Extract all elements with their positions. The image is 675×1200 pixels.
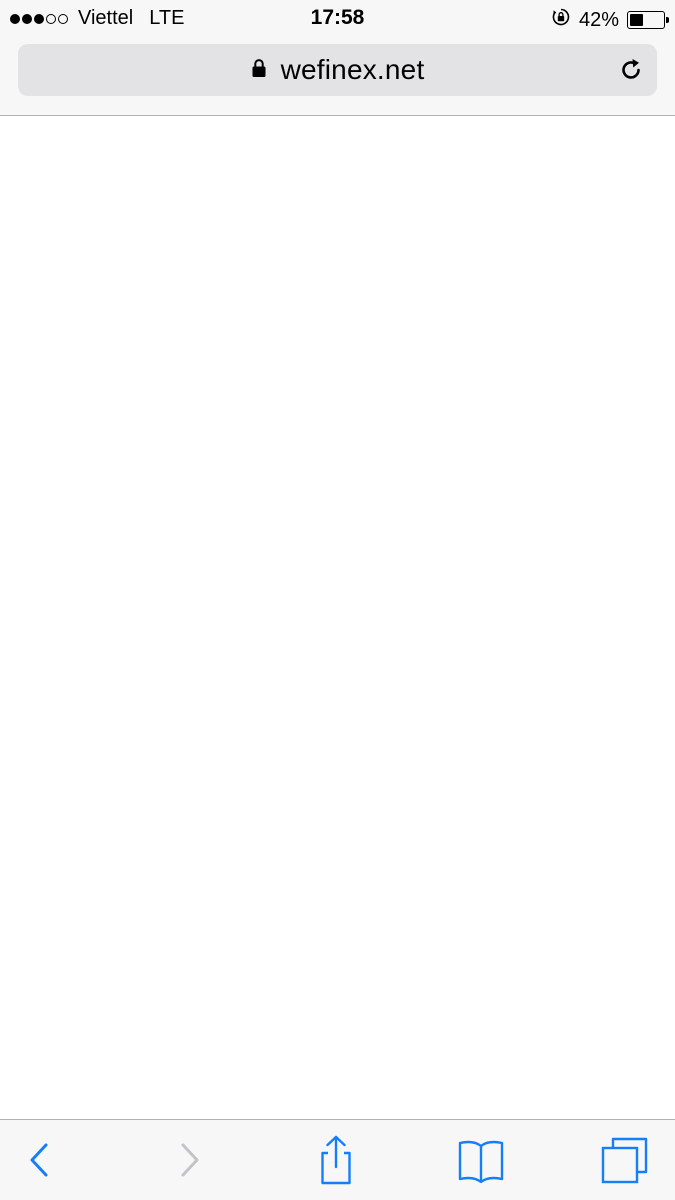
address-center: wefinex.net [18, 44, 657, 96]
forward-button[interactable] [164, 1134, 216, 1186]
battery-percent: 42% [578, 8, 619, 31]
address-bar[interactable]: wefinex.net [18, 44, 657, 96]
orientation-lock-icon [551, 7, 571, 33]
bookmarks-button[interactable] [455, 1134, 507, 1186]
status-bar: Viettel LTE 17:58 42% [0, 0, 675, 38]
bottom-toolbar [0, 1119, 675, 1200]
lock-icon [251, 58, 267, 83]
status-right: 42% [551, 7, 669, 33]
tabs-button[interactable] [598, 1134, 650, 1186]
battery-icon [627, 11, 669, 29]
back-button[interactable] [13, 1134, 65, 1186]
share-button[interactable] [310, 1134, 362, 1186]
reload-button[interactable] [615, 54, 647, 86]
share-icon [321, 1135, 351, 1185]
web-content-area[interactable] [0, 116, 675, 1120]
tabs-icon [601, 1137, 648, 1184]
url-text[interactable]: wefinex.net [281, 54, 425, 86]
chevron-left-icon [30, 1143, 48, 1177]
chevron-right-icon [181, 1143, 199, 1177]
browser-top-chrome: Viettel LTE 17:58 42% wefinex.net [0, 0, 675, 116]
reload-icon [622, 59, 640, 79]
browser-screen: Viettel LTE 17:58 42% wefinex.net [0, 0, 675, 1200]
book-icon [458, 1140, 504, 1183]
